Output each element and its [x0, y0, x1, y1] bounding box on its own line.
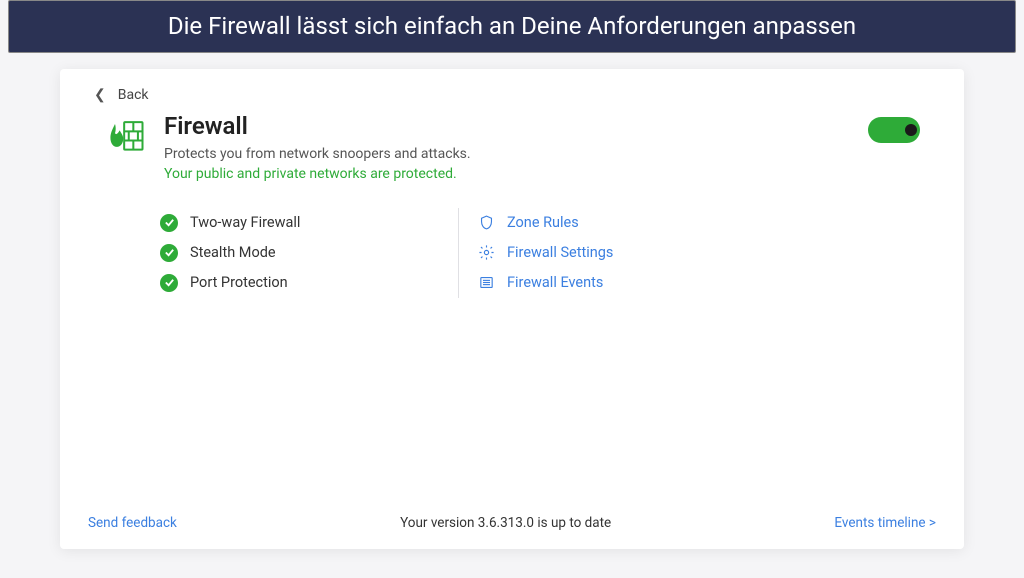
- page-header: Firewall Protects you from network snoop…: [60, 103, 964, 181]
- caption-text: Die Firewall lässt sich einfach an Deine…: [168, 12, 856, 40]
- link-label: Zone Rules: [507, 214, 579, 231]
- firewall-toggle[interactable]: [868, 117, 920, 143]
- header-text-block: Firewall Protects you from network snoop…: [164, 113, 868, 181]
- page-subtitle: Protects you from network snoopers and a…: [164, 146, 868, 162]
- send-feedback-link[interactable]: Send feedback: [88, 515, 177, 531]
- link-zone-rules[interactable]: Zone Rules: [477, 208, 757, 238]
- feature-label: Port Protection: [190, 274, 288, 291]
- events-timeline-link[interactable]: Events timeline >: [834, 515, 936, 531]
- page-title: Firewall: [164, 113, 868, 139]
- column-divider: [458, 208, 459, 298]
- link-label: Firewall Events: [507, 274, 603, 291]
- content-columns: Two-way Firewall Stealth Mode Port Prote…: [160, 208, 964, 298]
- app-window: ❮ Back Firewall Protects you from networ…: [60, 69, 964, 549]
- feature-stealth: Stealth Mode: [160, 238, 420, 268]
- link-firewall-settings[interactable]: Firewall Settings: [477, 238, 757, 268]
- feature-two-way: Two-way Firewall: [160, 208, 420, 238]
- check-icon: [160, 274, 178, 292]
- status-text: Your public and private networks are pro…: [164, 166, 868, 182]
- link-label: Firewall Settings: [507, 244, 613, 261]
- chevron-left-icon: ❮: [94, 87, 106, 103]
- caption-banner: Die Firewall lässt sich einfach an Deine…: [8, 0, 1016, 53]
- back-button[interactable]: ❮ Back: [60, 69, 964, 103]
- back-label: Back: [118, 87, 149, 103]
- feature-label: Stealth Mode: [190, 244, 276, 261]
- list-icon: [477, 274, 495, 292]
- shield-icon: [477, 214, 495, 232]
- link-firewall-events[interactable]: Firewall Events: [477, 268, 757, 298]
- links-column: Zone Rules Firewall Settings Firewall Ev…: [477, 208, 757, 298]
- check-icon: [160, 214, 178, 232]
- gear-icon: [477, 244, 495, 262]
- feature-port: Port Protection: [160, 268, 420, 298]
- check-icon: [160, 244, 178, 262]
- toggle-knob: [905, 124, 917, 136]
- version-text: Your version 3.6.313.0 is up to date: [400, 515, 611, 531]
- feature-label: Two-way Firewall: [190, 214, 300, 231]
- firewall-icon: [104, 113, 148, 157]
- features-column: Two-way Firewall Stealth Mode Port Prote…: [160, 208, 440, 298]
- footer-bar: Send feedback Your version 3.6.313.0 is …: [60, 501, 964, 549]
